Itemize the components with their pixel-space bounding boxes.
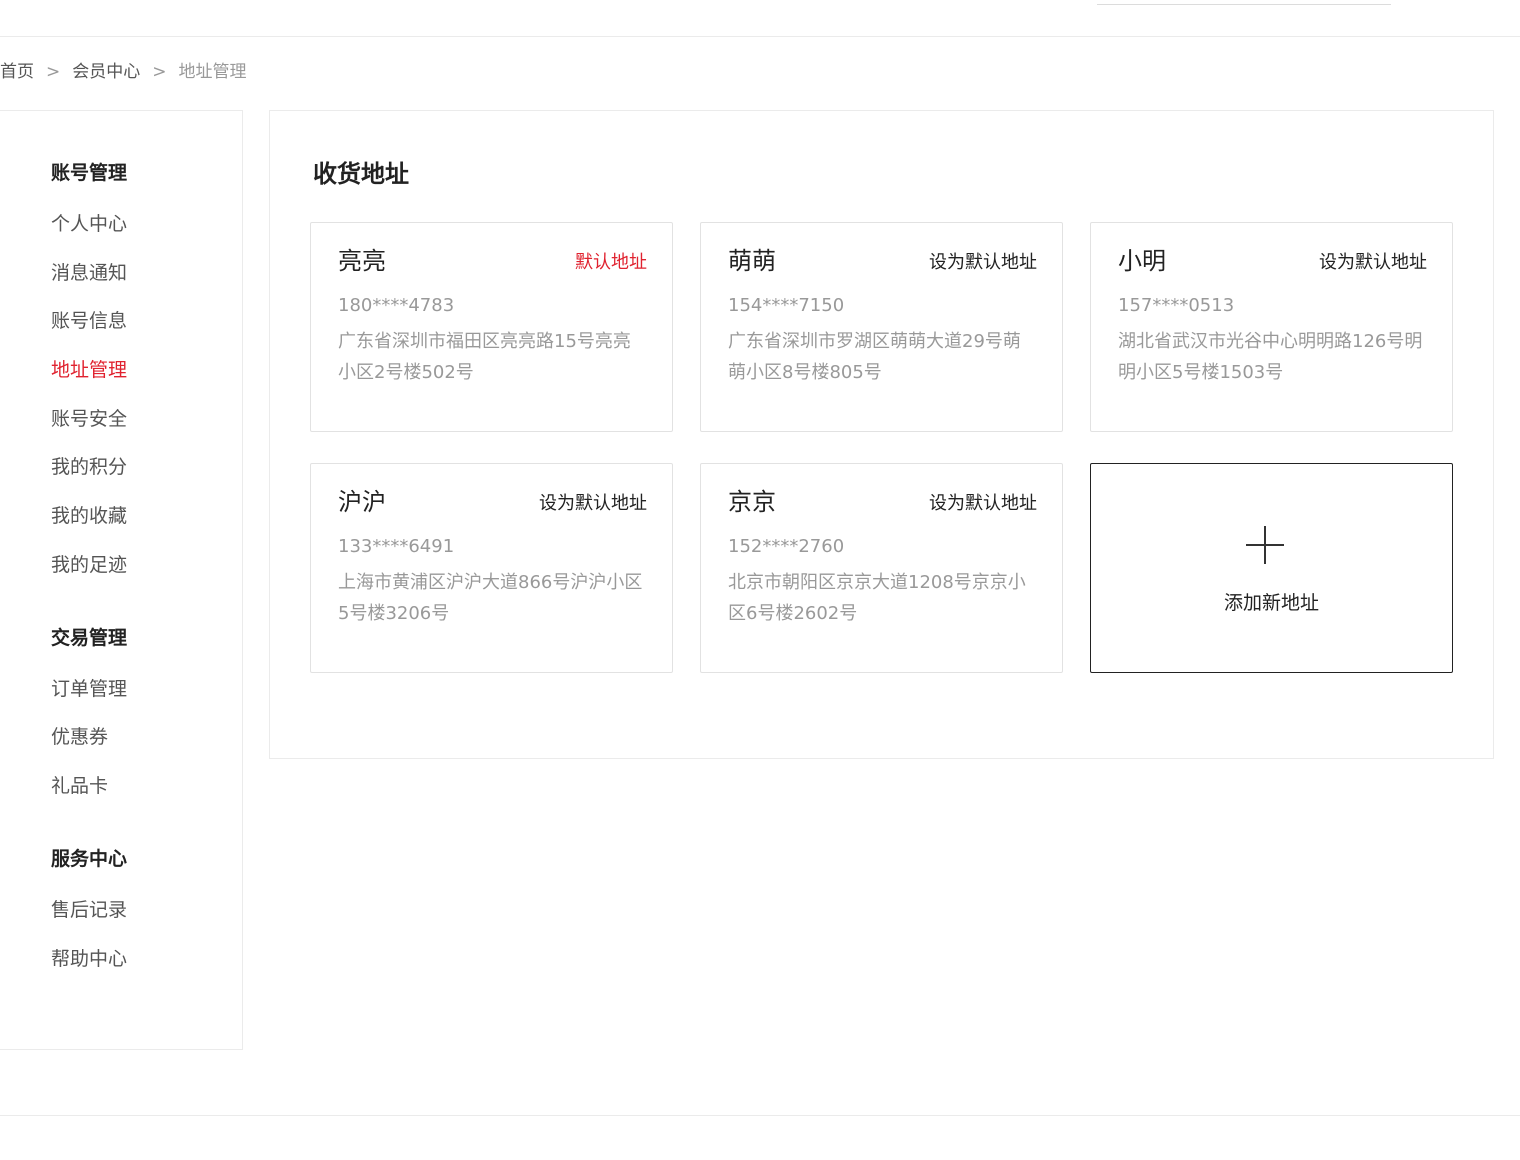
page-title: 收货地址 — [313, 160, 409, 188]
nav-group-title-service: 服务中心 — [51, 848, 128, 870]
breadcrumb-home[interactable]: 首页 — [0, 62, 34, 82]
address-card[interactable]: 京京 设为默认地址 152****2760 北京市朝阳区京京大道1208号京京小… — [700, 463, 1063, 673]
address-text: 上海市黄浦区沪沪大道866号沪沪小区5号楼3206号 — [338, 572, 643, 624]
recipient-name: 亮亮 — [338, 247, 386, 275]
breadcrumb-member-center[interactable]: 会员中心 — [72, 62, 140, 82]
sidebar-item-address-management[interactable]: 地址管理 — [51, 357, 127, 383]
set-default-button[interactable]: 设为默认地址 — [929, 250, 1037, 276]
breadcrumb-separator: > — [152, 62, 167, 82]
sidebar-item-after-sales[interactable]: 售后记录 — [51, 897, 127, 923]
sidebar-item-personal-center[interactable]: 个人中心 — [51, 211, 127, 237]
sidebar-item-account-info[interactable]: 账号信息 — [51, 308, 127, 334]
nav-group-title-trade: 交易管理 — [51, 627, 128, 649]
default-address-label: 默认地址 — [575, 252, 647, 273]
recipient-name: 京京 — [728, 488, 776, 516]
search-input-underline[interactable] — [1097, 4, 1391, 5]
address-card[interactable]: 沪沪 设为默认地址 133****6491 上海市黄浦区沪沪大道866号沪沪小区… — [310, 463, 673, 673]
sidebar-item-gift-cards[interactable]: 礼品卡 — [51, 773, 108, 799]
add-address-button[interactable]: 添加新地址 — [1090, 463, 1453, 673]
address-text: 北京市朝阳区京京大道1208号京京小区6号楼2602号 — [728, 572, 1026, 624]
recipient-phone: 133****6491 — [338, 536, 455, 557]
address-card[interactable]: 亮亮 默认地址 180****4783 广东省深圳市福田区亮亮路15号亮亮小区2… — [310, 222, 673, 432]
address-card[interactable]: 小明 设为默认地址 157****0513 湖北省武汉市光谷中心明明路126号明… — [1090, 222, 1453, 432]
address-text: 广东省深圳市罗湖区萌萌大道29号萌萌小区8号楼805号 — [728, 331, 1021, 383]
address-text: 湖北省武汉市光谷中心明明路126号明明小区5号楼1503号 — [1118, 331, 1423, 383]
sidebar-item-help-center[interactable]: 帮助中心 — [51, 946, 127, 972]
sidebar-item-notifications[interactable]: 消息通知 — [51, 260, 127, 286]
sidebar-item-my-history[interactable]: 我的足迹 — [51, 552, 127, 578]
plus-icon — [1246, 526, 1284, 564]
sidebar-item-my-favorites[interactable]: 我的收藏 — [51, 503, 127, 529]
set-default-button[interactable]: 设为默认地址 — [1319, 250, 1427, 276]
recipient-name: 沪沪 — [338, 488, 386, 516]
breadcrumb-separator: > — [46, 62, 61, 82]
footer-divider — [0, 1115, 1520, 1116]
address-text: 广东省深圳市福田区亮亮路15号亮亮小区2号楼502号 — [338, 331, 631, 383]
sidebar-item-orders[interactable]: 订单管理 — [51, 676, 127, 702]
recipient-phone: 180****4783 — [338, 295, 455, 316]
breadcrumb-current: 地址管理 — [178, 62, 247, 82]
set-default-button[interactable]: 设为默认地址 — [929, 491, 1037, 517]
nav-group-title-account: 账号管理 — [51, 162, 128, 184]
sidebar-item-coupons[interactable]: 优惠券 — [51, 724, 108, 750]
recipient-phone: 154****7150 — [728, 295, 845, 316]
set-default-button[interactable]: 设为默认地址 — [539, 491, 647, 517]
address-card[interactable]: 萌萌 设为默认地址 154****7150 广东省深圳市罗湖区萌萌大道29号萌萌… — [700, 222, 1063, 432]
recipient-phone: 157****0513 — [1118, 295, 1235, 316]
recipient-name: 小明 — [1118, 247, 1166, 275]
recipient-name: 萌萌 — [728, 247, 776, 275]
sidebar-item-my-points[interactable]: 我的积分 — [51, 454, 127, 480]
sidebar-item-account-security[interactable]: 账号安全 — [51, 406, 127, 432]
add-address-label: 添加新地址 — [1223, 592, 1319, 614]
recipient-phone: 152****2760 — [728, 536, 845, 557]
breadcrumb: 首页 > 会员中心 > 地址管理 — [0, 60, 247, 84]
top-bar — [0, 0, 1520, 37]
